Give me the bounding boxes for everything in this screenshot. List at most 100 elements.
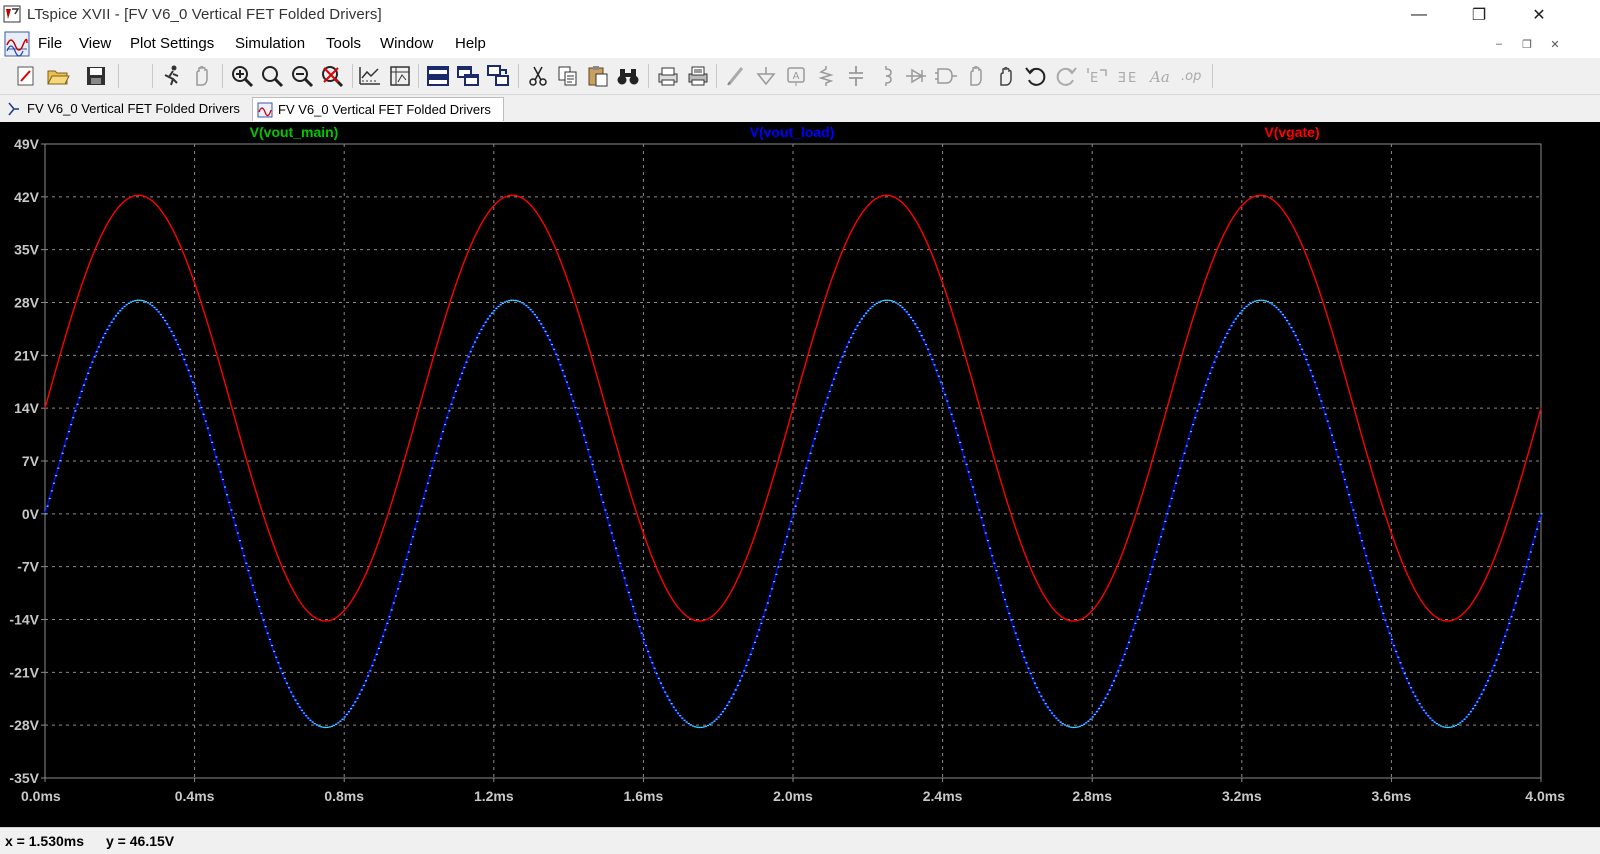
x-tick-label: 3.2ms [1222, 788, 1262, 804]
tile-horizontal-icon[interactable] [426, 64, 450, 88]
copy-icon[interactable] [556, 64, 580, 88]
minimize-button[interactable]: — [1396, 0, 1442, 30]
print-setup-icon[interactable] [656, 64, 680, 88]
y-tick-label: 35V [14, 242, 40, 258]
x-tick-label: 3.6ms [1372, 788, 1412, 804]
trace-label-v-vout-load-[interactable]: V(vout_load) [750, 124, 835, 140]
label-icon[interactable]: A [784, 64, 808, 88]
zoom-out-icon[interactable] [290, 64, 314, 88]
x-tick-label: 1.2ms [474, 788, 514, 804]
x-tick-label: 2.8ms [1072, 788, 1112, 804]
cut-icon[interactable] [526, 64, 550, 88]
toolbar-separator [418, 64, 419, 88]
toolbar-separator [518, 64, 519, 88]
save-icon[interactable] [84, 64, 108, 88]
autorange-icon[interactable] [358, 64, 382, 88]
menu-window[interactable]: Window [380, 35, 433, 52]
toolbar-separator [222, 64, 223, 88]
resistor-icon[interactable] [814, 64, 838, 88]
y-tick-label: 14V [14, 400, 40, 416]
diode-icon[interactable] [904, 64, 928, 88]
y-tick-label: -28V [9, 717, 39, 733]
inductor-icon[interactable] [874, 64, 898, 88]
menu-file[interactable]: File [38, 35, 62, 52]
waveform-chart[interactable]: 49V 42V 35V 28V 21V 14V 7V 0V -7V -14V -21V -28V -35… [0, 122, 1600, 827]
find-icon[interactable] [616, 64, 640, 88]
title-bar: LTspice XVII - [FV V6_0 Vertical FET Fol… [0, 0, 1600, 30]
y-tick-label: -35V [9, 770, 39, 786]
y-tick-label: -14V [9, 612, 39, 628]
close-button[interactable]: ✕ [1516, 0, 1562, 30]
waveform-doc-icon[interactable] [4, 31, 30, 57]
schematic-icon [8, 102, 19, 115]
component-icon[interactable] [934, 64, 958, 88]
menu-tools[interactable]: Tools [326, 35, 361, 52]
svg-text:E: E [1090, 71, 1098, 86]
y-tick-label: 0V [22, 506, 40, 522]
run-icon[interactable] [160, 64, 184, 88]
rotate-icon[interactable]: E [1086, 64, 1110, 88]
x-tick-label: 0.8ms [324, 788, 364, 804]
menu-help[interactable]: Help [455, 35, 486, 52]
toolbar: A E EE Aa .op [0, 58, 1600, 95]
tab-schematic[interactable]: FV V6_0 Vertical FET Folded Drivers [6, 97, 250, 120]
y-tick-label: 49V [14, 136, 40, 152]
redo-icon[interactable] [1054, 64, 1078, 88]
cascade-icon[interactable] [486, 64, 510, 88]
svg-text:Aa: Aa [1148, 68, 1170, 86]
new-schematic-icon[interactable] [14, 64, 38, 88]
trace-label-v-vout-main-[interactable]: V(vout_main) [250, 124, 339, 140]
waveform-plot-pane[interactable]: 49V 42V 35V 28V 21V 14V 7V 0V -7V -14V -21V -28V -35… [0, 122, 1600, 827]
move-icon[interactable] [964, 64, 988, 88]
y-tick-label: 21V [14, 347, 40, 363]
ground-icon[interactable] [754, 64, 778, 88]
svg-text:E: E [1118, 71, 1126, 86]
toolbar-separator [118, 64, 119, 88]
status-bar: x = 1.530ms y = 46.15V [0, 827, 1600, 854]
waveform-icon [257, 102, 273, 117]
tab-label: FV V6_0 Vertical FET Folded Drivers [278, 102, 491, 117]
mdi-restore-button[interactable]: ❐ [1520, 37, 1534, 51]
text-icon[interactable]: Aa [1148, 64, 1172, 88]
svg-text:.op: .op [1181, 69, 1201, 84]
y-tick-label: 42V [14, 189, 40, 205]
menu-bar: File View Plot Settings Simulation Tools… [0, 30, 1600, 58]
halt-icon[interactable] [190, 64, 214, 88]
toolbar-separator [1212, 64, 1213, 88]
undo-icon[interactable] [1024, 64, 1048, 88]
menu-plot-settings[interactable]: Plot Settings [130, 35, 214, 52]
cursor-y-readout: y = 46.15V [106, 833, 175, 849]
x-tick-label: 2.0ms [773, 788, 813, 804]
paste-icon[interactable] [586, 64, 610, 88]
mdi-minimize-button[interactable]: – [1492, 37, 1506, 51]
zoom-in-icon[interactable] [230, 64, 254, 88]
open-icon[interactable] [46, 64, 70, 88]
ltspice-app-icon[interactable] [3, 5, 21, 23]
mark-icon[interactable] [388, 64, 412, 88]
menu-view[interactable]: View [79, 35, 111, 52]
tab-label: FV V6_0 Vertical FET Folded Drivers [27, 101, 240, 116]
menu-simulation[interactable]: Simulation [235, 35, 305, 52]
cursor-x-readout: x = 1.530ms [5, 833, 85, 849]
drag-icon[interactable] [994, 64, 1018, 88]
capacitor-icon[interactable] [844, 64, 868, 88]
x-tick-label: 0.4ms [175, 788, 215, 804]
restore-button[interactable]: ❐ [1456, 0, 1502, 30]
zoom-full-icon[interactable] [260, 64, 284, 88]
svg-text:E: E [1128, 71, 1136, 86]
tab-waveform[interactable]: FV V6_0 Vertical FET Folded Drivers [252, 97, 504, 121]
wire-icon[interactable] [724, 64, 748, 88]
mdi-close-button[interactable]: ✕ [1548, 37, 1562, 51]
y-tick-label: -21V [9, 664, 39, 680]
x-tick-label: 1.6ms [624, 788, 664, 804]
trace-label-v-vgate-[interactable]: V(vgate) [1264, 124, 1319, 140]
print-icon[interactable] [686, 64, 710, 88]
spice-directive-icon[interactable]: .op [1180, 64, 1204, 88]
zoom-cancel-icon[interactable] [320, 64, 344, 88]
x-tick-label: 2.4ms [923, 788, 963, 804]
tile-vertical-icon[interactable] [456, 64, 480, 88]
toolbar-separator [716, 64, 717, 88]
toolbar-separator [352, 64, 353, 88]
y-tick-label: 7V [22, 453, 40, 469]
mirror-icon[interactable]: EE [1116, 64, 1140, 88]
